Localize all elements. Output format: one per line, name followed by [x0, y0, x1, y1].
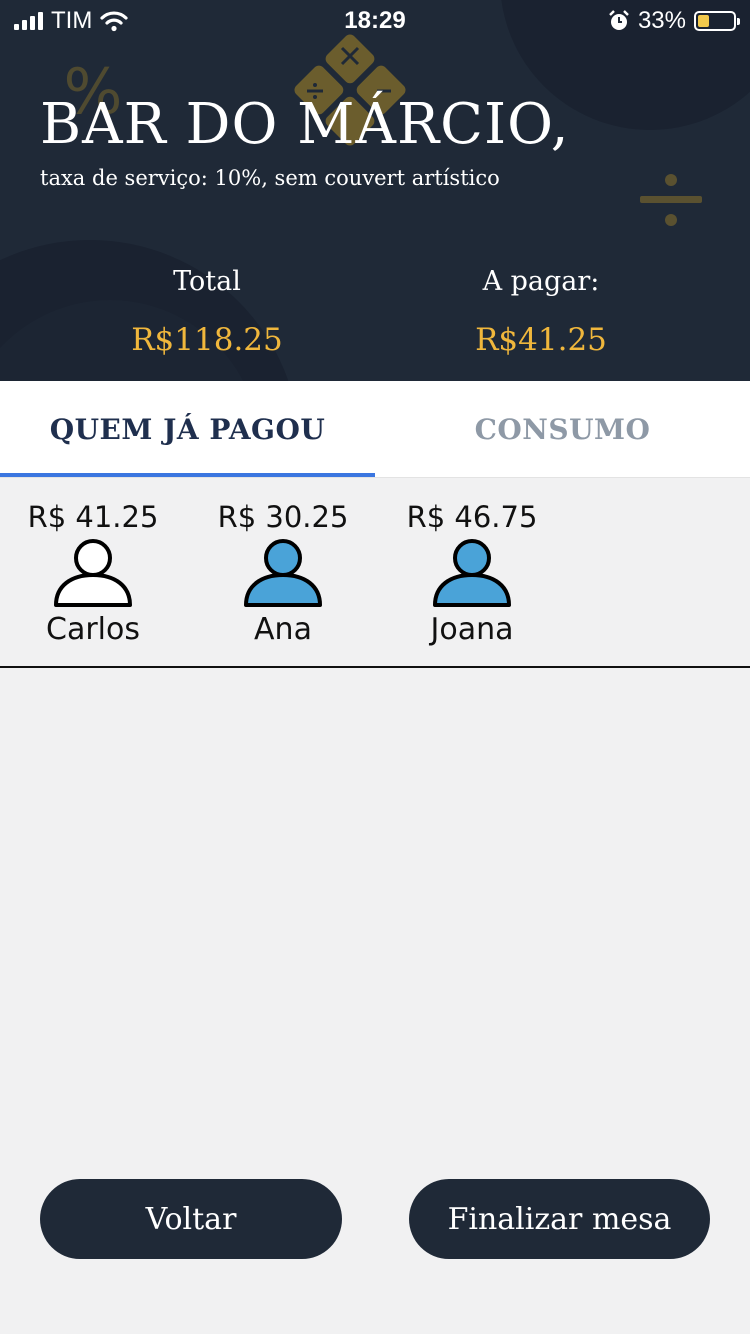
people-list: R$ 41.25 Carlos R$ 30.25 Ana R$ 46.75 Jo… [0, 478, 750, 668]
active-tab-indicator [0, 473, 375, 477]
back-button[interactable]: Voltar [40, 1179, 342, 1259]
page-subtitle: taxa de serviço: 10%, sem couvert artíst… [40, 166, 500, 190]
total-label: Total [173, 266, 241, 297]
user-icon [244, 539, 322, 607]
battery-percent: 33% [637, 7, 686, 34]
person-item-carlos[interactable]: R$ 41.25 Carlos [0, 500, 188, 647]
finish-table-button[interactable]: Finalizar mesa [409, 1179, 710, 1259]
header: % TIM 18:29 33% BAR DO MÁRCIO, taxa de s… [0, 0, 750, 381]
person-item-joana[interactable]: R$ 46.75 Joana [377, 500, 567, 647]
tab-who-paid[interactable]: QUEM JÁ PAGOU [0, 381, 375, 477]
person-amount: R$ 30.25 [217, 500, 349, 534]
amount-due-label: A pagar: [482, 266, 600, 297]
person-amount: R$ 46.75 [406, 500, 538, 534]
person-name: Joana [430, 612, 514, 647]
person-item-ana[interactable]: R$ 30.25 Ana [188, 500, 378, 647]
tab-bar: QUEM JÁ PAGOU CONSUMO [0, 381, 750, 478]
amount-due-value: R$41.25 [475, 322, 607, 358]
alarm-icon [609, 10, 629, 30]
status-bar: TIM 18:29 33% [0, 0, 750, 40]
person-name: Carlos [46, 612, 140, 647]
user-icon [54, 539, 132, 607]
battery-icon [694, 11, 740, 31]
tab-consumption[interactable]: CONSUMO [375, 381, 750, 477]
page-title: BAR DO MÁRCIO, [40, 92, 570, 157]
user-icon [433, 539, 511, 607]
divide-icon [640, 174, 702, 226]
person-amount: R$ 41.25 [27, 500, 159, 534]
person-name: Ana [254, 612, 312, 647]
total-value: R$118.25 [131, 322, 283, 358]
